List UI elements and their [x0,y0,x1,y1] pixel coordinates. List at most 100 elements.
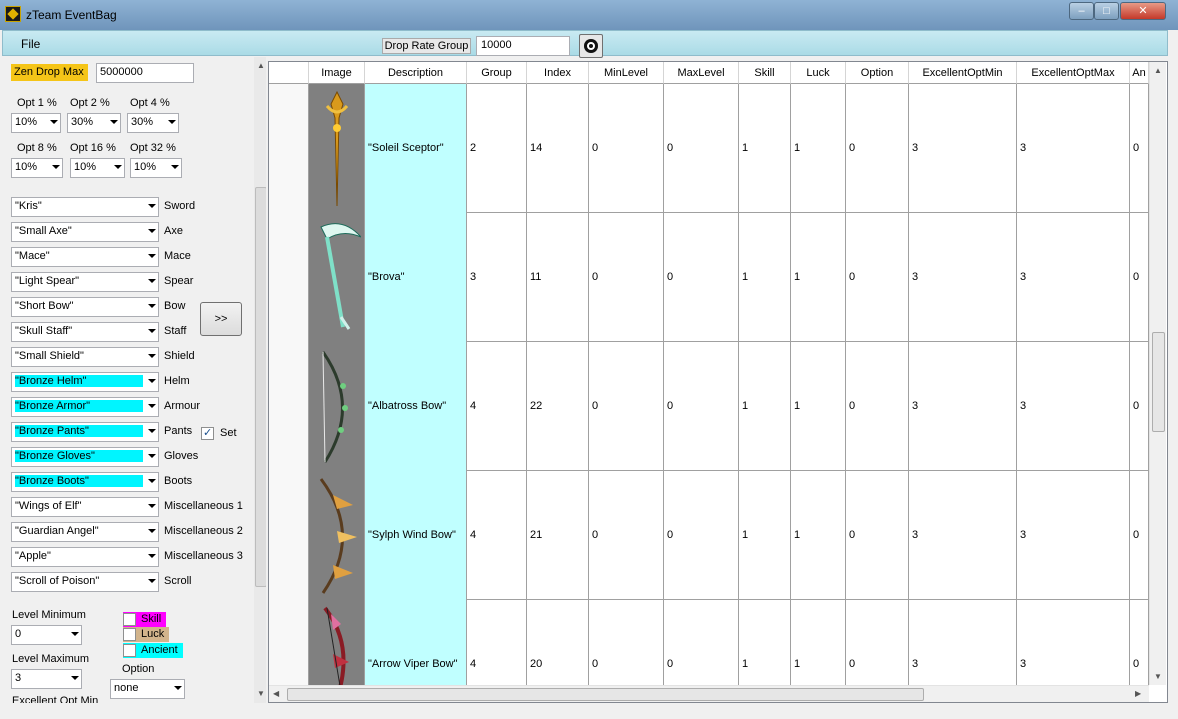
scroll-down-icon[interactable]: ▼ [1154,672,1162,681]
opt-4-select[interactable]: 30% [127,113,179,133]
grid-horizontal-scrollbar[interactable]: ◀ ▶ [269,685,1149,702]
luck-cell[interactable]: 1 [791,471,846,600]
index-cell[interactable]: 14 [527,84,589,213]
set-checkbox[interactable] [201,426,214,440]
misc-3-select[interactable]: "Apple" [11,547,159,567]
excellent-min-cell[interactable]: 3 [909,84,1017,213]
misc-1-select[interactable]: "Wings of Elf" [11,497,159,517]
ancient-cell[interactable]: 0 [1130,342,1149,471]
spear-select[interactable]: "Light Spear" [11,272,159,292]
luck-checkbox[interactable] [123,628,136,641]
maximize-button[interactable]: □ [1094,2,1119,20]
level-max-select[interactable]: 3 [11,669,82,689]
column-header[interactable]: Image [309,62,365,84]
table-row[interactable]: "Soleil Sceptor" 2 14 0 0 1 1 0 3 3 0 [269,84,1149,213]
description-cell[interactable]: "Brova" [365,213,467,342]
misc-2-select[interactable]: "Guardian Angel" [11,522,159,542]
maxlevel-cell[interactable]: 0 [664,342,739,471]
skill-checkbox[interactable] [123,613,136,626]
scroll-up-icon[interactable]: ▲ [1154,66,1162,75]
column-header[interactable]: ExcellentOptMin [909,62,1017,84]
close-button[interactable]: ✕ [1120,2,1166,20]
description-cell[interactable]: "Albatross Bow" [365,342,467,471]
helm-select[interactable]: "Bronze Helm" [11,372,159,392]
maxlevel-cell[interactable]: 0 [664,471,739,600]
armour-select[interactable]: "Bronze Armor" [11,397,159,417]
option-cell[interactable]: 0 [846,213,909,342]
luck-cell[interactable]: 1 [791,342,846,471]
group-cell[interactable]: 3 [467,213,527,342]
scroll-select[interactable]: "Scroll of Poison" [11,572,159,592]
grid-horizontal-scroll-thumb[interactable] [287,688,924,701]
ancient-cell[interactable]: 0 [1130,471,1149,600]
shield-select[interactable]: "Small Shield" [11,347,159,367]
minimize-button[interactable]: – [1069,2,1094,20]
column-header[interactable]: MaxLevel [664,62,739,84]
option-cell[interactable]: 0 [846,471,909,600]
option-cell[interactable]: 0 [846,342,909,471]
group-cell[interactable]: 4 [467,471,527,600]
minlevel-cell[interactable]: 0 [589,342,664,471]
excellent-max-cell[interactable]: 3 [1017,471,1130,600]
ancient-cell[interactable]: 0 [1130,213,1149,342]
row-header[interactable] [269,471,309,600]
staff-select[interactable]: "Skull Staff" [11,322,159,342]
option-select[interactable]: none [110,679,185,699]
gloves-select[interactable]: "Bronze Gloves" [11,447,159,467]
maxlevel-cell[interactable]: 0 [664,84,739,213]
excellent-min-cell[interactable]: 3 [909,213,1017,342]
column-header[interactable]: Group [467,62,527,84]
minlevel-cell[interactable]: 0 [589,213,664,342]
scroll-right-icon[interactable]: ▶ [1135,689,1141,698]
luck-cell[interactable]: 1 [791,213,846,342]
boots-select[interactable]: "Bronze Boots" [11,472,159,492]
excellent-min-cell[interactable]: 3 [909,342,1017,471]
minlevel-cell[interactable]: 0 [589,84,664,213]
scroll-up-icon[interactable]: ▲ [257,61,265,70]
skill-cell[interactable]: 1 [739,84,791,213]
excellent-max-cell[interactable]: 3 [1017,213,1130,342]
column-header[interactable]: Skill [739,62,791,84]
grid-vertical-scroll-thumb[interactable] [1152,332,1165,432]
menu-file[interactable]: File [21,37,40,51]
scroll-left-icon[interactable]: ◀ [273,689,279,698]
zen-drop-max-input[interactable]: 5000000 [96,63,194,83]
maxlevel-cell[interactable]: 0 [664,213,739,342]
column-header[interactable]: Description [365,62,467,84]
add-item-button[interactable]: >> [200,302,242,336]
column-header[interactable]: ExcellentOptMax [1017,62,1130,84]
drop-rate-group-input[interactable]: 10000 [476,36,570,56]
level-min-select[interactable]: 0 [11,625,82,645]
pants-select[interactable]: "Bronze Pants" [11,422,159,442]
column-header[interactable]: An [1130,62,1149,84]
opt-16-select[interactable]: 10% [70,158,125,178]
minlevel-cell[interactable]: 0 [589,471,664,600]
row-header[interactable] [269,342,309,471]
opt-1-select[interactable]: 10% [11,113,61,133]
opt-8-select[interactable]: 10% [11,158,63,178]
mace-select[interactable]: "Mace" [11,247,159,267]
table-row[interactable]: "Brova" 3 11 0 0 1 1 0 3 3 0 [269,213,1149,342]
row-header[interactable] [269,84,309,213]
skill-cell[interactable]: 1 [739,471,791,600]
description-cell[interactable]: "Soleil Sceptor" [365,84,467,213]
excellent-min-cell[interactable]: 3 [909,471,1017,600]
skill-cell[interactable]: 1 [739,342,791,471]
group-cell[interactable]: 2 [467,84,527,213]
ancient-cell[interactable]: 0 [1130,84,1149,213]
skill-cell[interactable]: 1 [739,213,791,342]
table-row[interactable]: "Albatross Bow" 4 22 0 0 1 1 0 3 3 0 [269,342,1149,471]
description-cell[interactable]: "Sylph Wind Bow" [365,471,467,600]
row-header[interactable] [269,213,309,342]
opt-2-select[interactable]: 30% [67,113,121,133]
excellent-max-cell[interactable]: 3 [1017,84,1130,213]
column-header[interactable]: Luck [791,62,846,84]
column-header[interactable]: Option [846,62,909,84]
column-header[interactable]: MinLevel [589,62,664,84]
axe-select[interactable]: "Small Axe" [11,222,159,242]
opt-32-select[interactable]: 10% [130,158,182,178]
option-cell[interactable]: 0 [846,84,909,213]
sword-select[interactable]: "Kris" [11,197,159,217]
column-header[interactable]: Index [527,62,589,84]
ancient-checkbox[interactable] [123,644,136,657]
